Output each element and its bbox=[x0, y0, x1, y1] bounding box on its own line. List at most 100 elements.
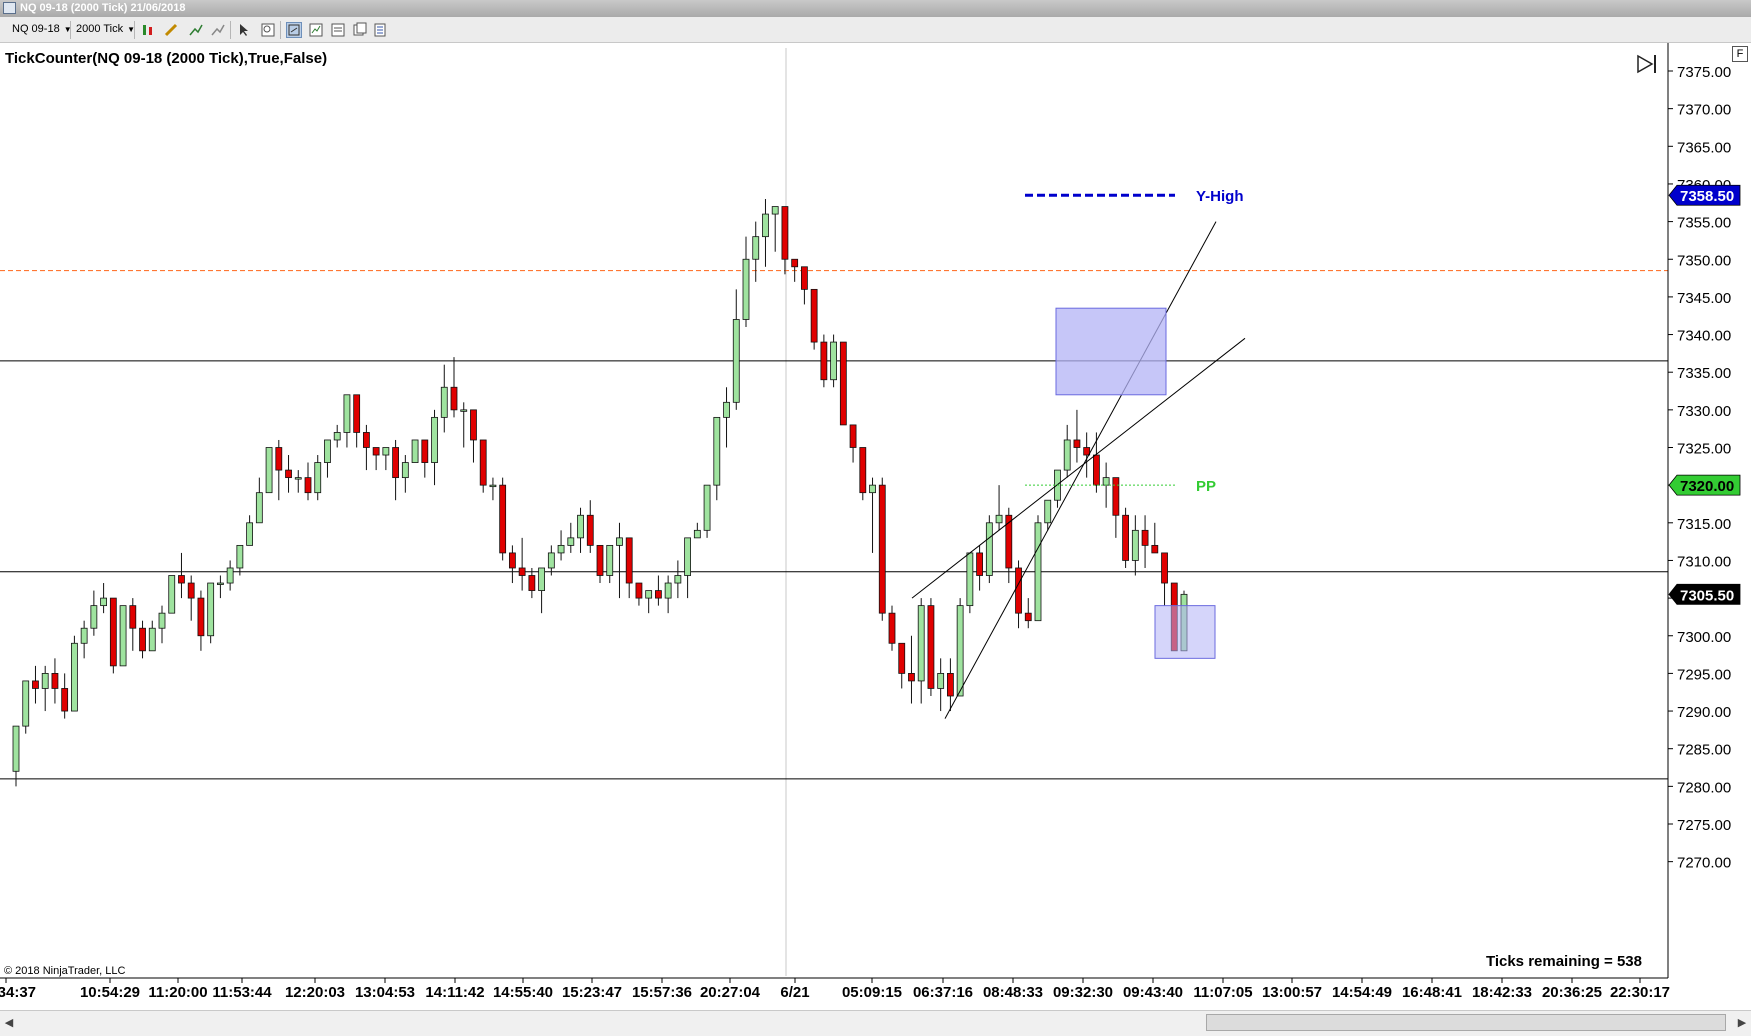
candle-body bbox=[732, 319, 740, 403]
indicator-label: TickCounter(NQ 09-18 (2000 Tick),True,Fa… bbox=[5, 50, 328, 67]
price-tick-label: 7330.00 bbox=[1677, 403, 1731, 420]
candle-body bbox=[90, 605, 98, 629]
candle-body bbox=[557, 544, 565, 554]
time-tick-label: 06:37:16 bbox=[913, 984, 973, 1001]
pointer-icon bbox=[240, 24, 248, 36]
bar-style-button[interactable] bbox=[140, 22, 156, 38]
candle-body bbox=[431, 416, 438, 463]
toolbar-separator bbox=[280, 21, 281, 39]
chart-trader-icon bbox=[288, 24, 300, 36]
candle-body bbox=[168, 575, 176, 614]
candle-body bbox=[129, 605, 137, 629]
scroll-to-end-button[interactable] bbox=[1635, 52, 1659, 76]
last-price-tag: 7305.50 bbox=[1668, 583, 1741, 605]
cursor-mode-button[interactable] bbox=[236, 22, 252, 38]
properties-button[interactable] bbox=[330, 22, 346, 38]
price-tick-label: 7270.00 bbox=[1677, 855, 1731, 872]
candle-body bbox=[674, 575, 682, 584]
scroll-right-arrow-icon[interactable]: ▶ bbox=[1735, 1015, 1749, 1031]
price-tick-label: 7370.00 bbox=[1677, 102, 1731, 119]
candle-body bbox=[723, 401, 730, 418]
candle-body bbox=[752, 236, 760, 260]
candle-body bbox=[703, 484, 711, 531]
interval-selector[interactable]: 2000 Tick ▼ bbox=[72, 21, 136, 38]
time-tick-label: 6/21 bbox=[780, 984, 809, 1001]
candle-body bbox=[499, 484, 507, 554]
copy-button[interactable] bbox=[352, 22, 368, 38]
window-title: NQ 09-18 (2000 Tick) 21/06/2018 bbox=[20, 2, 186, 14]
candle-body bbox=[1024, 612, 1032, 622]
candle-body bbox=[606, 544, 614, 576]
pp-label: PP bbox=[1196, 478, 1216, 495]
strategy-button[interactable] bbox=[210, 22, 226, 38]
price-tick-label: 7275.00 bbox=[1677, 817, 1731, 834]
candle-body bbox=[888, 612, 896, 644]
instrument-selector[interactable]: NQ 09-18 ▼ bbox=[8, 21, 72, 38]
data-box-button[interactable] bbox=[308, 22, 324, 38]
add-indicator-button[interactable] bbox=[188, 22, 204, 38]
chart-trader-button[interactable] bbox=[286, 22, 302, 38]
zoom-icon bbox=[261, 23, 275, 37]
candle-body bbox=[314, 462, 322, 494]
price-tick-label: 7340.00 bbox=[1677, 328, 1731, 345]
f-button[interactable]: F bbox=[1732, 46, 1748, 62]
candle-body bbox=[586, 514, 594, 546]
candle-body bbox=[908, 673, 915, 682]
candle-body bbox=[71, 642, 78, 712]
zoom-button[interactable] bbox=[260, 22, 276, 38]
properties-icon bbox=[331, 23, 345, 37]
candle-body bbox=[158, 612, 166, 629]
drawing-tool-button[interactable] bbox=[163, 22, 179, 38]
time-tick-label: 09:32:30 bbox=[1053, 984, 1113, 1001]
candle-body bbox=[820, 341, 828, 381]
candle-body bbox=[567, 537, 575, 546]
candle-body bbox=[869, 484, 876, 494]
price-tick-label: 7325.00 bbox=[1677, 441, 1731, 458]
scrollbar-thumb[interactable] bbox=[1206, 1014, 1726, 1031]
candle-body bbox=[392, 447, 400, 479]
candle-body bbox=[771, 206, 779, 215]
candle-body bbox=[197, 597, 205, 637]
candle-body bbox=[1073, 439, 1081, 448]
candle-body bbox=[830, 341, 837, 381]
candle-body bbox=[470, 409, 477, 441]
candle-body bbox=[148, 627, 156, 652]
price-chart[interactable]: Y-HighPP 7375.007370.007365.007360.00735… bbox=[0, 43, 1751, 1010]
candle-body bbox=[401, 462, 409, 479]
candle-body bbox=[100, 597, 107, 607]
candle-body bbox=[839, 341, 847, 426]
price-tick-label: 7310.00 bbox=[1677, 553, 1731, 570]
candle-body bbox=[898, 642, 906, 674]
candle-body bbox=[1034, 522, 1042, 622]
price-tick-label: 7290.00 bbox=[1677, 704, 1731, 721]
horizontal-scrollbar[interactable]: ◀ ▶ bbox=[0, 1010, 1751, 1036]
scroll-left-arrow-icon[interactable]: ◀ bbox=[2, 1015, 16, 1031]
candle-body bbox=[61, 688, 69, 712]
add-indicator-icon bbox=[189, 24, 203, 36]
time-tick-label: 10:54:29 bbox=[80, 984, 140, 1001]
zone-rectangle-lower bbox=[1154, 605, 1216, 659]
candle-body bbox=[508, 552, 516, 569]
candle-body bbox=[849, 424, 857, 448]
dom-button[interactable] bbox=[372, 22, 388, 38]
last-price-tag-text: 7305.50 bbox=[1680, 587, 1734, 604]
candle-body bbox=[956, 605, 964, 697]
price-tick-label: 7295.00 bbox=[1677, 666, 1731, 683]
time-tick-label: 16:48:41 bbox=[1402, 984, 1462, 1001]
price-tick-label: 7350.00 bbox=[1677, 252, 1731, 269]
candle-body bbox=[12, 725, 20, 772]
time-tick-label: 14:55:40 bbox=[493, 984, 553, 1001]
toolbar-separator bbox=[230, 21, 231, 39]
candle-body bbox=[1044, 499, 1052, 524]
candle-body bbox=[547, 552, 555, 569]
candle-body bbox=[1122, 514, 1129, 561]
candle-body bbox=[966, 552, 974, 607]
candle-body bbox=[1141, 529, 1149, 546]
time-tick-label: 11:53:44 bbox=[212, 984, 272, 1001]
candle-body bbox=[664, 582, 672, 599]
candle-body bbox=[645, 590, 653, 599]
candle-body bbox=[139, 627, 146, 652]
price-tick-label: 7345.00 bbox=[1677, 290, 1731, 307]
price-tick-label: 7355.00 bbox=[1677, 215, 1731, 232]
candle-body bbox=[528, 575, 536, 591]
